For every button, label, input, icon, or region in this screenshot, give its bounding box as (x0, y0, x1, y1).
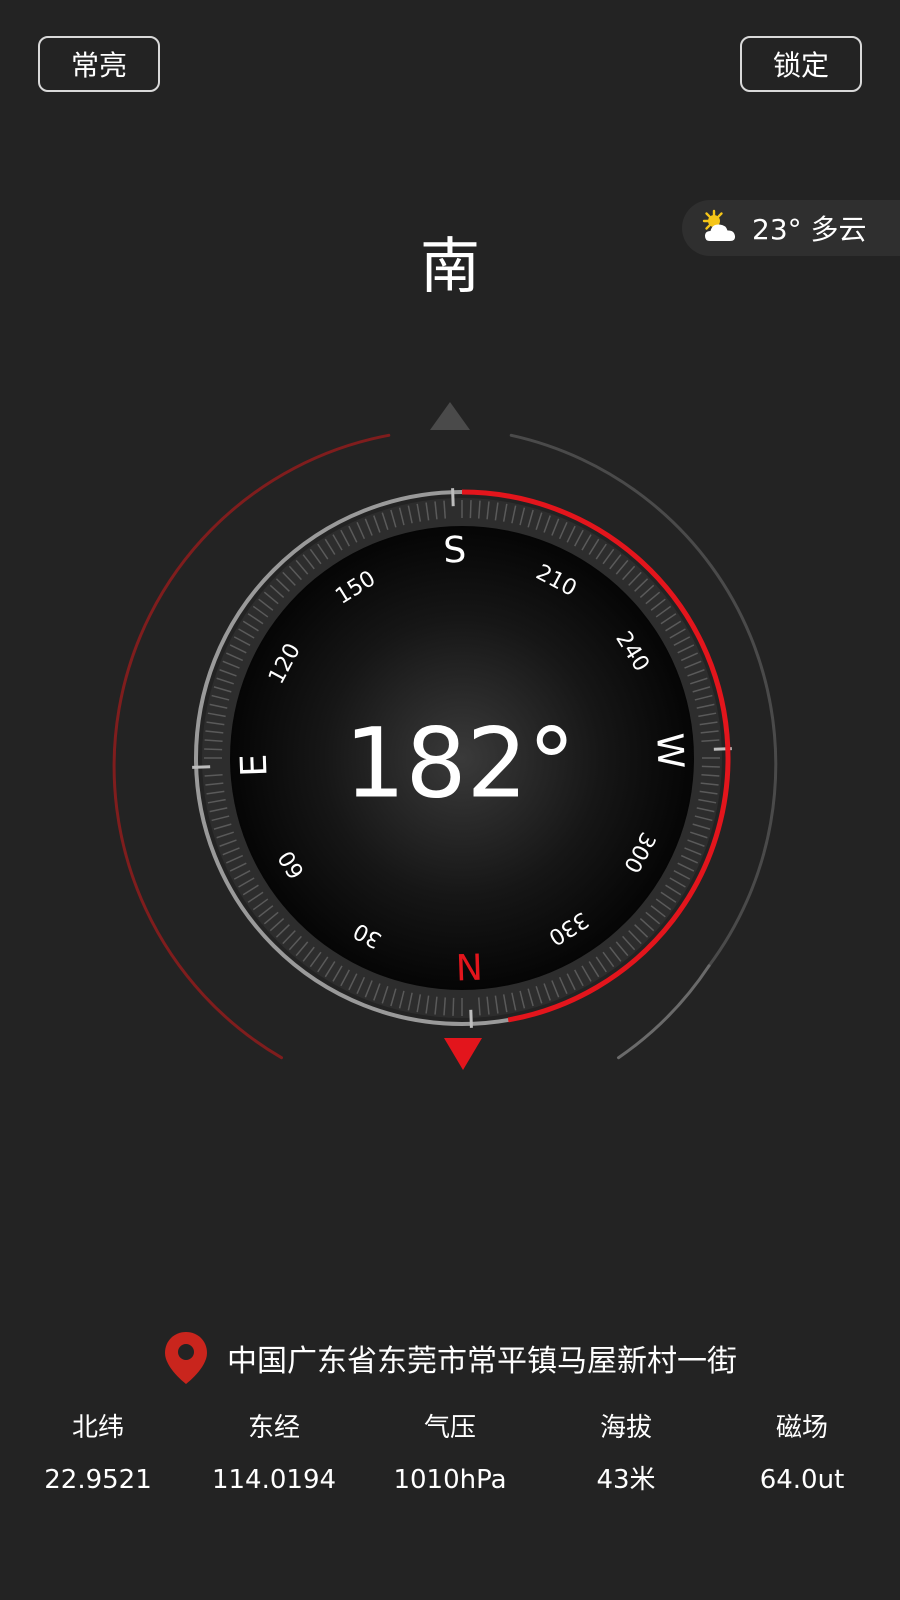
stat-label: 海拔 (599, 1413, 652, 1443)
stat-value: 114.0194 (211, 1465, 337, 1495)
cardinal-label-n: N (455, 944, 483, 986)
stat-longitude: 东经 114.0194 (186, 1408, 362, 1500)
direction-label: 南 (420, 232, 480, 302)
stat-value: 22.9521 (44, 1465, 152, 1495)
stat-value: 64.0ut (759, 1465, 845, 1495)
location-pin-icon (165, 1332, 207, 1384)
outer-arc-right-bottom (617, 964, 711, 1060)
stat-label: 气压 (423, 1413, 476, 1443)
stat-altitude: 海拔 43米 (538, 1408, 714, 1500)
stat-pressure: 气压 1010hPa (362, 1408, 538, 1500)
stat-magnetic-field: 磁场 64.0ut (714, 1408, 890, 1500)
dial-tick (452, 997, 455, 1016)
heading-pointer-icon (444, 1038, 482, 1070)
dial-tick (192, 765, 211, 769)
stat-value: 43米 (596, 1465, 656, 1495)
stat-label: 北纬 (71, 1413, 124, 1443)
dial-tick (469, 500, 472, 519)
location-text: 中国广东省东莞市常平镇马屋新村一街 (227, 1344, 737, 1379)
stat-label: 磁场 (775, 1413, 828, 1443)
location-row[interactable]: 中国广东省东莞市常平镇马屋新村一街 (0, 1330, 900, 1386)
dial-tick (451, 488, 455, 507)
stats-row: 北纬 22.9521 东经 114.0194 气压 1010hPa 海拔 43米… (0, 1408, 900, 1500)
compass-screen: 常亮 锁定 23° 多云 南 S W N E 150 210 120 240 6… (0, 0, 900, 1600)
dial-tick (204, 748, 223, 751)
heading-readout: 182° (344, 707, 575, 819)
dial-tick (701, 765, 720, 768)
cardinal-label-w: W (648, 732, 690, 769)
compass-dial[interactable]: SWNE150 210120 24060 30030 330 182° (0, 380, 900, 1080)
stat-label: 东经 (247, 1413, 300, 1443)
top-pointer-icon (430, 402, 470, 430)
dial-tick (469, 1009, 473, 1028)
lock-button[interactable]: 锁定 (740, 36, 862, 92)
stat-value: 1010hPa (393, 1465, 507, 1495)
cardinal-label-e: E (234, 753, 276, 777)
cardinal-label-s: S (443, 530, 467, 572)
stat-latitude: 北纬 22.9521 (10, 1408, 186, 1500)
keep-screen-on-button[interactable]: 常亮 (38, 36, 160, 92)
